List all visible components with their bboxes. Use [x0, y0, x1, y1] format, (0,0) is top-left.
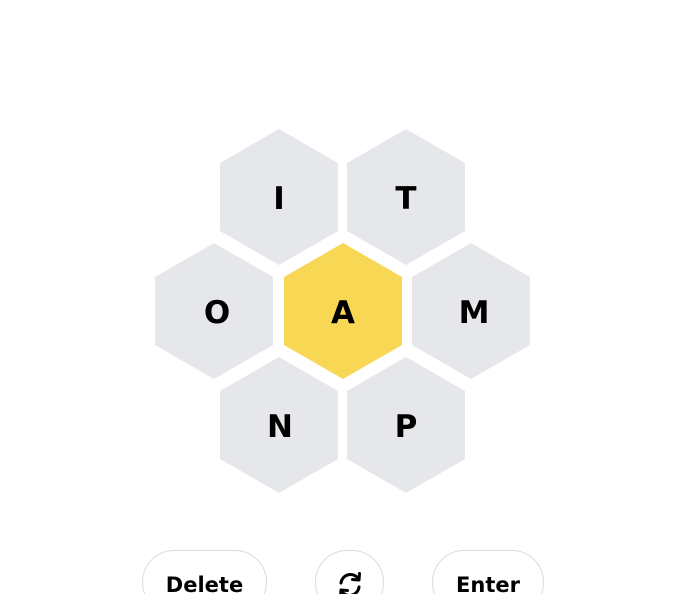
hex-cell-center[interactable]: A: [284, 243, 402, 379]
delete-button[interactable]: Delete: [142, 550, 267, 594]
hex-letter-right: M: [459, 295, 490, 331]
letter-hive: I T O A M N P: [155, 129, 530, 493]
hex-letter-top-right: T: [395, 181, 416, 217]
hex-cell-left[interactable]: O: [155, 243, 273, 379]
control-bar: Delete Enter: [0, 550, 693, 594]
hex-cell-top-right[interactable]: T: [347, 129, 465, 265]
hex-letter-top-left: I: [273, 181, 285, 217]
game-board: I T O A M N P Delete Enter: [0, 0, 693, 594]
delete-button-label: Delete: [165, 573, 244, 594]
hex-cell-right[interactable]: M: [412, 243, 530, 379]
hex-letter-bottom-right: P: [395, 409, 418, 445]
shuffle-icon: [338, 572, 361, 594]
enter-button-label: Enter: [456, 573, 520, 594]
hex-cell-top-left[interactable]: I: [220, 129, 338, 265]
hex-letter-left: O: [204, 295, 230, 331]
hex-letter-center: A: [331, 295, 355, 331]
enter-button[interactable]: Enter: [432, 550, 544, 594]
shuffle-button[interactable]: [315, 550, 384, 594]
hex-cell-bottom-right[interactable]: P: [347, 357, 465, 493]
hex-letter-bottom-left: N: [267, 409, 293, 445]
hex-cell-bottom-left[interactable]: N: [220, 357, 338, 493]
